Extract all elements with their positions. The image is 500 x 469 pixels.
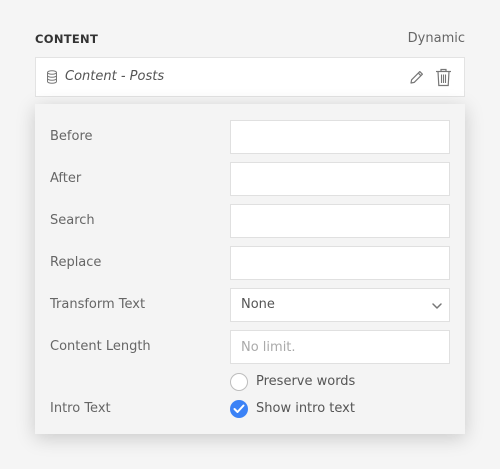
transform-text-label: Transform Text <box>50 297 146 312</box>
before-label: Before <box>50 129 93 144</box>
search-row: Search <box>35 204 465 238</box>
chevron-down-icon <box>432 303 442 309</box>
transform-text-value: None <box>241 297 275 312</box>
replace-input[interactable] <box>230 246 450 280</box>
transform-text-row: Transform Text None <box>35 288 465 322</box>
search-input[interactable] <box>230 204 450 238</box>
pencil-icon[interactable] <box>408 69 425 86</box>
mode-label[interactable]: Dynamic <box>408 31 465 46</box>
trash-icon[interactable] <box>435 68 452 87</box>
replace-row: Replace <box>35 246 465 280</box>
content-length-input[interactable] <box>230 330 450 364</box>
before-row: Before <box>35 120 465 154</box>
show-intro-text-checkbox[interactable] <box>230 400 248 418</box>
show-intro-text-option[interactable]: Show intro text <box>230 399 430 419</box>
after-label: After <box>50 171 82 186</box>
replace-label: Replace <box>50 255 102 270</box>
show-intro-text-label: Show intro text <box>256 401 355 416</box>
preserve-words-option[interactable]: Preserve words <box>230 372 430 392</box>
preserve-words-label: Preserve words <box>256 374 356 389</box>
checkmark-icon <box>233 404 245 413</box>
content-length-row: Content Length <box>35 330 465 364</box>
before-input[interactable] <box>230 120 450 154</box>
after-input[interactable] <box>230 162 450 196</box>
database-icon <box>47 70 57 84</box>
content-source-bar[interactable]: Content - Posts <box>35 57 465 97</box>
after-row: After <box>35 162 465 196</box>
content-length-label: Content Length <box>50 339 151 354</box>
section-header: CONTENT Dynamic <box>35 31 465 49</box>
content-settings-panel: Before After Search Replace Transform Te… <box>35 104 465 434</box>
source-label: Content - Posts <box>65 69 165 84</box>
section-title: CONTENT <box>35 32 99 46</box>
search-label: Search <box>50 213 95 228</box>
preserve-words-checkbox[interactable] <box>230 373 248 391</box>
intro-text-label: Intro Text <box>50 401 111 416</box>
transform-text-select[interactable]: None <box>230 288 450 322</box>
